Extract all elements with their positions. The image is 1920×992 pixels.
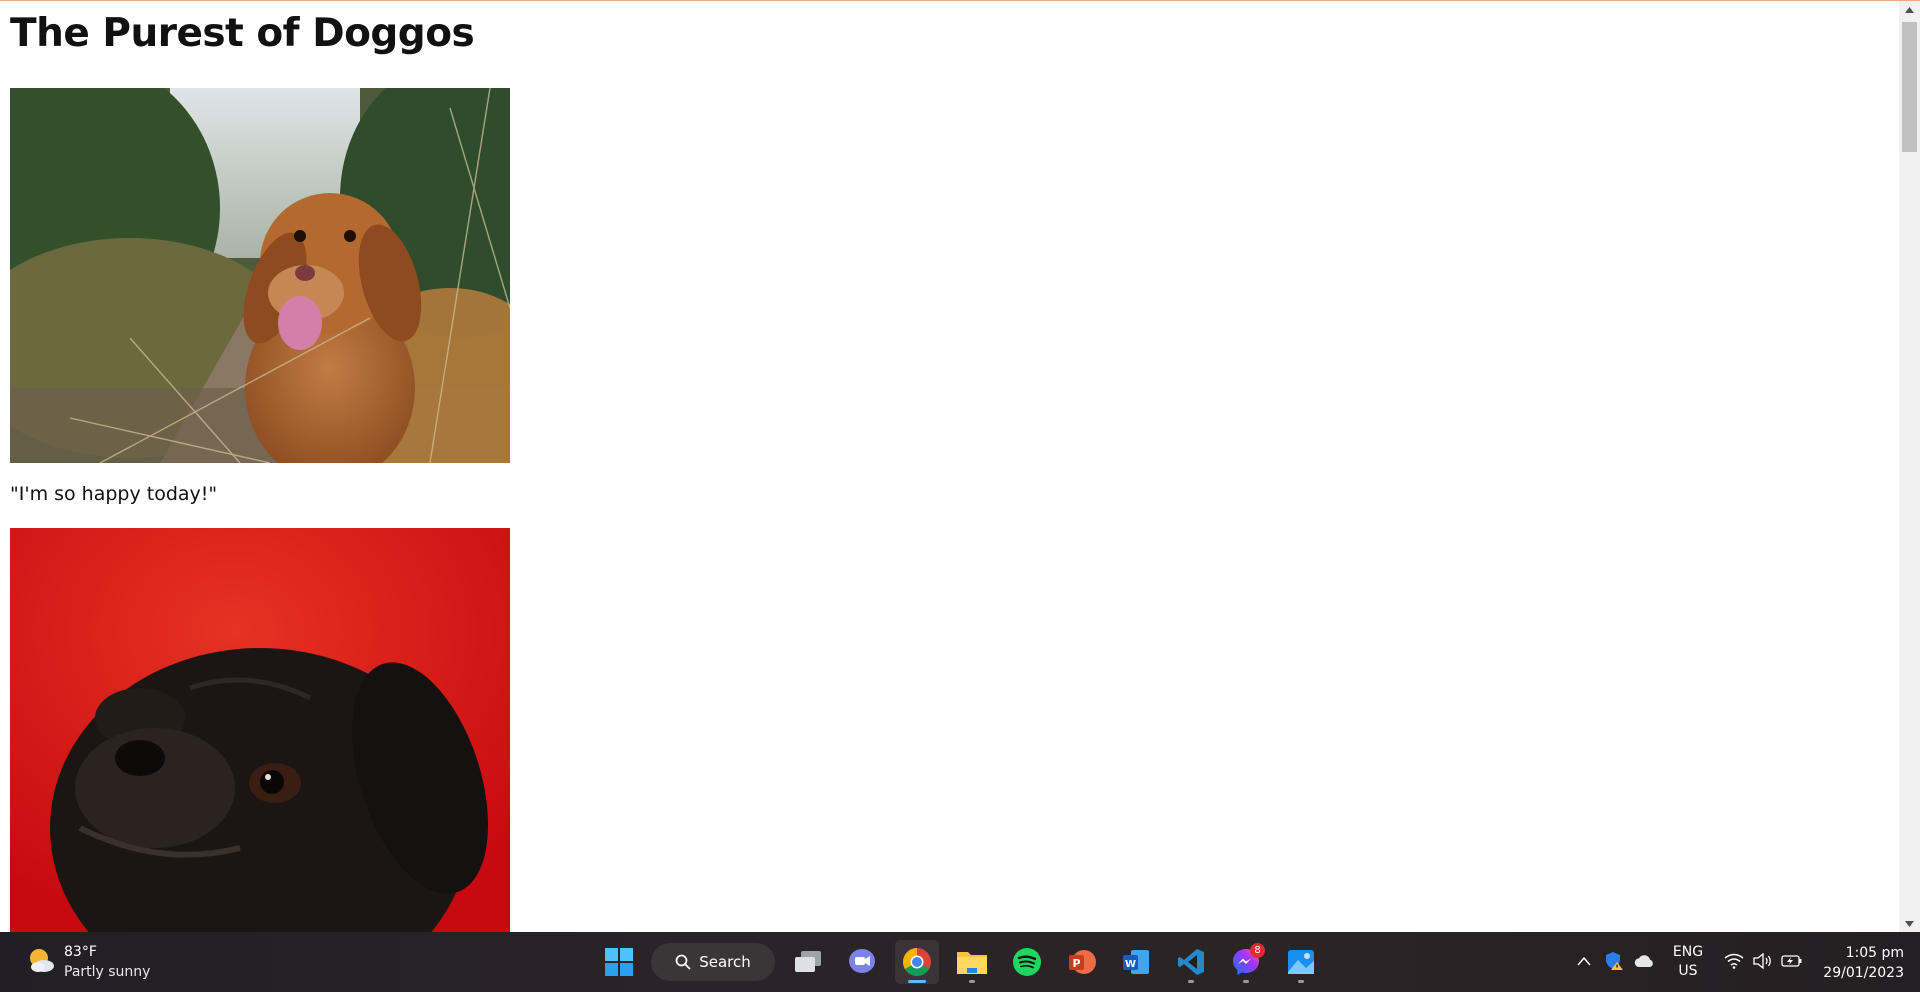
powerpoint-button[interactable]: P	[1060, 940, 1104, 984]
task-view-button[interactable]	[786, 940, 830, 984]
weather-condition: Partly sunny	[64, 964, 151, 980]
teams-chat-button[interactable]	[840, 940, 884, 984]
spotify-button[interactable]	[1005, 940, 1049, 984]
scroll-down-arrow-icon[interactable]	[1899, 915, 1920, 932]
clock-date: 29/01/2023	[1823, 965, 1904, 981]
word-icon: W	[1123, 950, 1149, 974]
show-hidden-icons-chevron-icon[interactable]	[1573, 950, 1595, 972]
scrollbar-thumb[interactable]	[1902, 22, 1917, 152]
search-icon	[675, 954, 691, 970]
sun-cloud-icon	[26, 946, 56, 978]
photos-icon	[1288, 950, 1314, 974]
file-explorer-button[interactable]	[950, 940, 994, 984]
wifi-icon[interactable]	[1723, 950, 1745, 972]
teams-chat-icon	[849, 949, 875, 973]
volume-icon[interactable]	[1752, 950, 1774, 972]
windows-taskbar: 83°F Partly sunny Search P W 8 ENG US 1:…	[0, 932, 1920, 992]
photos-button[interactable]	[1279, 940, 1323, 984]
notification-badge: 8	[1250, 943, 1265, 958]
language-indicator[interactable]: ENG US	[1668, 943, 1708, 981]
spotify-icon	[1013, 948, 1041, 976]
powerpoint-icon: P	[1069, 950, 1096, 974]
scroll-up-arrow-icon[interactable]	[1899, 1, 1920, 18]
battery-charging-icon[interactable]	[1781, 950, 1803, 972]
dog-photo-pug	[10, 528, 510, 932]
security-shield-warning-icon[interactable]	[1603, 950, 1625, 972]
svg-text:P: P	[1072, 957, 1080, 970]
word-button[interactable]: W	[1114, 940, 1158, 984]
onedrive-cloud-icon[interactable]	[1633, 950, 1655, 972]
folder-icon	[957, 952, 987, 974]
language-code: ENG	[1672, 944, 1704, 960]
vscode-button[interactable]	[1169, 940, 1213, 984]
task-view-icon	[795, 951, 821, 972]
weather-temperature: 83°F	[64, 944, 97, 960]
clock-time: 1:05 pm	[1845, 945, 1904, 961]
active-app-indicator	[908, 980, 926, 983]
running-app-indicator	[1298, 980, 1304, 983]
search-label: Search	[699, 953, 751, 971]
vscode-icon	[1178, 949, 1204, 975]
vertical-scrollbar[interactable]	[1899, 1, 1920, 932]
browser-viewport: The Purest of Doggos "I'm so happy today…	[0, 1, 1899, 932]
messenger-button[interactable]: 8	[1224, 940, 1268, 984]
chrome-button[interactable]	[895, 940, 939, 984]
language-region: US	[1678, 963, 1698, 979]
photo-caption: "I'm so happy today!"	[10, 483, 218, 505]
dog-photo-happy	[10, 88, 510, 463]
running-app-indicator	[969, 980, 975, 983]
running-app-indicator	[1188, 980, 1194, 983]
svg-text:W: W	[1125, 959, 1136, 970]
system-clock[interactable]: 1:05 pm 29/01/2023	[1818, 943, 1904, 983]
windows-start-button[interactable]	[597, 940, 641, 984]
page-title: The Purest of Doggos	[10, 11, 475, 56]
chrome-icon	[903, 948, 931, 976]
weather-widget[interactable]: 83°F Partly sunny	[26, 942, 150, 982]
windows-logo-icon	[605, 948, 633, 976]
running-app-indicator	[1243, 980, 1249, 983]
taskbar-search-button[interactable]: Search	[651, 943, 775, 981]
